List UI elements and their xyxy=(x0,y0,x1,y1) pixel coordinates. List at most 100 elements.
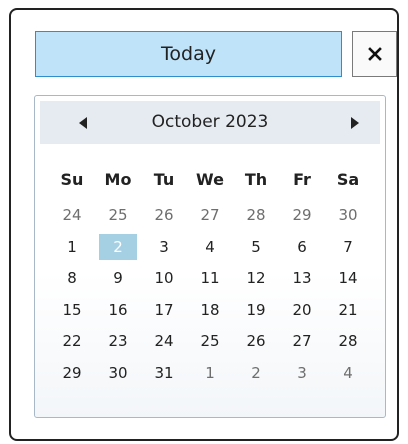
day-cell[interactable]: 13 xyxy=(279,265,325,291)
day-cell[interactable]: 4 xyxy=(187,234,233,260)
day-number: 24 xyxy=(62,206,82,224)
day-cell[interactable]: 6 xyxy=(279,234,325,260)
day-cell[interactable]: 20 xyxy=(279,297,325,323)
day-number: 27 xyxy=(200,206,220,224)
next-month-button[interactable] xyxy=(344,112,366,134)
day-number: 15 xyxy=(62,300,82,319)
day-cell[interactable]: 21 xyxy=(325,297,371,323)
weekday-header-row: Su Mo Tu We Th Fr Sa xyxy=(49,170,371,192)
weekday-label: We xyxy=(196,170,224,189)
day-number: 6 xyxy=(297,237,307,256)
day-cell[interactable]: 23 xyxy=(95,328,141,354)
calendar: October 2023 Su Mo Tu We Th Fr Sa 24 25 26 27 28 29… xyxy=(34,95,386,418)
day-number: 28 xyxy=(338,332,358,351)
day-cell[interactable]: 3 xyxy=(279,360,325,386)
day-cell[interactable]: 29 xyxy=(279,202,325,228)
day-number: 13 xyxy=(292,269,312,288)
day-cell[interactable]: 2 xyxy=(233,360,279,386)
day-number: 28 xyxy=(246,206,266,224)
day-cell[interactable]: 11 xyxy=(187,265,233,291)
day-number: 3 xyxy=(297,364,307,382)
day-number: 4 xyxy=(343,364,353,382)
day-number: 16 xyxy=(108,300,128,319)
day-number: 17 xyxy=(154,300,174,319)
calendar-header: October 2023 xyxy=(40,101,380,144)
day-number: 29 xyxy=(62,364,82,382)
month-title[interactable]: October 2023 xyxy=(120,101,300,144)
weekday-label: Tu xyxy=(153,170,175,189)
day-number: 31 xyxy=(154,364,174,382)
day-number: 26 xyxy=(246,332,266,351)
day-cell[interactable]: 26 xyxy=(233,328,279,354)
day-number: 18 xyxy=(200,300,220,319)
day-number: 27 xyxy=(292,332,312,351)
day-number: 2 xyxy=(251,364,261,382)
day-cell[interactable]: 25 xyxy=(95,202,141,228)
day-cell[interactable]: 17 xyxy=(141,297,187,323)
day-number: 9 xyxy=(113,269,123,288)
day-cell[interactable]: 26 xyxy=(141,202,187,228)
day-cell[interactable]: 28 xyxy=(233,202,279,228)
day-number: 8 xyxy=(67,269,77,288)
close-button[interactable] xyxy=(352,31,397,77)
day-cell[interactable]: 25 xyxy=(187,328,233,354)
day-number: 25 xyxy=(200,332,220,351)
day-cell[interactable]: 30 xyxy=(95,360,141,386)
day-cell[interactable]: 8 xyxy=(49,265,95,291)
day-number: 25 xyxy=(108,206,128,224)
day-cell[interactable]: 19 xyxy=(233,297,279,323)
day-cell[interactable]: 5 xyxy=(233,234,279,260)
day-cell[interactable]: 31 xyxy=(141,360,187,386)
day-cell[interactable]: 9 xyxy=(95,265,141,291)
day-cell[interactable]: 18 xyxy=(187,297,233,323)
day-number: 30 xyxy=(108,364,128,382)
day-number: 1 xyxy=(205,364,215,382)
day-number: 22 xyxy=(62,332,82,351)
day-number: 11 xyxy=(200,269,220,288)
day-number: 21 xyxy=(338,300,358,319)
day-cell[interactable]: 12 xyxy=(233,265,279,291)
day-number: 30 xyxy=(338,206,358,224)
day-number: 14 xyxy=(338,269,358,288)
selected-day-cell[interactable]: 2 xyxy=(95,233,141,260)
day-cell[interactable]: 3 xyxy=(141,234,187,260)
triangle-right-icon xyxy=(351,117,359,129)
day-cell[interactable]: 28 xyxy=(325,328,371,354)
day-cell[interactable]: 30 xyxy=(325,202,371,228)
day-number: 12 xyxy=(246,269,266,288)
day-cell[interactable]: 10 xyxy=(141,265,187,291)
day-cell[interactable]: 24 xyxy=(141,328,187,354)
previous-month-button[interactable] xyxy=(72,112,94,134)
day-number: 5 xyxy=(251,237,261,256)
day-cell[interactable]: 7 xyxy=(325,234,371,260)
day-cell[interactable]: 14 xyxy=(325,265,371,291)
day-number: 19 xyxy=(246,300,266,319)
today-button-label: Today xyxy=(161,43,216,65)
day-cell[interactable]: 29 xyxy=(49,360,95,386)
day-cell[interactable]: 4 xyxy=(325,360,371,386)
day-number: 29 xyxy=(292,206,312,224)
weekday-label: Sa xyxy=(336,170,360,189)
today-button[interactable]: Today xyxy=(35,31,342,77)
day-cell[interactable]: 1 xyxy=(187,360,233,386)
triangle-left-icon xyxy=(79,117,87,129)
day-number: 20 xyxy=(292,300,312,319)
day-number: 4 xyxy=(205,237,215,256)
day-cell[interactable]: 27 xyxy=(187,202,233,228)
weekday-label: Th xyxy=(244,170,268,189)
day-cell[interactable]: 16 xyxy=(95,297,141,323)
day-number: 24 xyxy=(154,332,174,351)
day-number: 1 xyxy=(67,237,77,256)
day-cell[interactable]: 27 xyxy=(279,328,325,354)
close-icon xyxy=(367,47,382,61)
date-picker-popup: Today October 2023 Su Mo Tu We Th Fr Sa 24 25 26… xyxy=(9,8,399,441)
weekday-label: Mo xyxy=(104,170,132,189)
day-number: 7 xyxy=(343,237,353,256)
day-cell[interactable]: 24 xyxy=(49,202,95,228)
day-cell[interactable]: 1 xyxy=(49,234,95,260)
day-cell[interactable]: 22 xyxy=(49,328,95,354)
day-number: 3 xyxy=(159,237,169,256)
day-number: 2 xyxy=(113,237,123,256)
day-cell[interactable]: 15 xyxy=(49,297,95,323)
day-number: 10 xyxy=(154,269,174,288)
